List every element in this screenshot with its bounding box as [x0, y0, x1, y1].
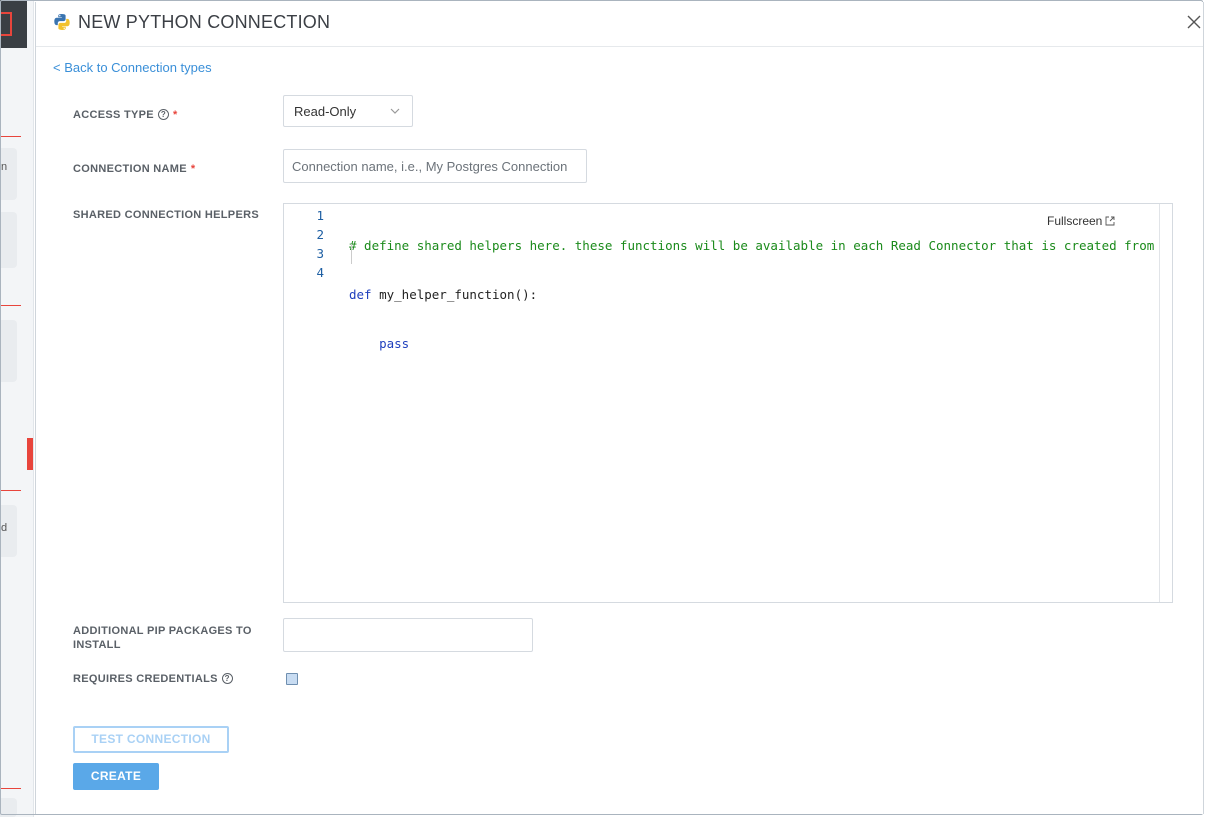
- line-number: 1: [316, 208, 324, 223]
- background-card: [0, 320, 17, 382]
- editor-scrollbar[interactable]: [1159, 204, 1172, 602]
- back-to-connection-types-link[interactable]: < Back to Connection types: [53, 60, 212, 75]
- pip-packages-label: ADDITIONAL PIP PACKAGES TO INSTALL: [73, 625, 252, 651]
- line-number-gutter: 1 2 3 4: [284, 206, 324, 282]
- chevron-down-icon: [390, 108, 400, 114]
- access-type-label: ACCESS TYPE? *: [73, 109, 178, 121]
- indent-guide: [351, 244, 352, 264]
- code-line: def my_helper_function():: [349, 285, 1154, 304]
- fullscreen-button[interactable]: Fullscreen: [1047, 214, 1115, 228]
- background-text: d: [1, 522, 8, 534]
- pip-packages-input[interactable]: [283, 618, 533, 652]
- shared-helpers-label: SHARED CONNECTION HELPERS: [73, 209, 259, 221]
- code-line: # define shared helpers here. these func…: [349, 238, 1155, 253]
- access-type-value: Read-Only: [294, 104, 357, 119]
- background-topbar: [0, 0, 27, 48]
- connection-name-label: CONNECTION NAME *: [73, 163, 196, 175]
- background-divider: [0, 136, 21, 137]
- background-card: [0, 798, 17, 817]
- background-divider: [0, 788, 21, 789]
- line-number: 4: [316, 265, 324, 280]
- external-link-icon: [1105, 216, 1115, 226]
- background-divider: [0, 490, 21, 491]
- collapse-tab[interactable]: [27, 438, 33, 470]
- background-card: [0, 212, 17, 268]
- code-keyword: def: [349, 287, 372, 302]
- connection-name-input[interactable]: [283, 149, 587, 183]
- close-icon[interactable]: [1185, 13, 1203, 31]
- background-logo: [0, 12, 12, 36]
- background-app: n d: [0, 0, 34, 817]
- background-text: n: [1, 161, 8, 173]
- requires-credentials-checkbox[interactable]: [286, 673, 298, 685]
- line-number: 2: [316, 227, 324, 242]
- background-card: [0, 148, 17, 200]
- access-type-select[interactable]: Read-Only: [283, 95, 413, 127]
- requires-credentials-label: REQUIRES CREDENTIALS?: [73, 672, 233, 686]
- test-connection-button[interactable]: TEST CONNECTION: [73, 726, 229, 753]
- code-editor[interactable]: 1 2 3 4 # define shared helpers here. th…: [283, 203, 1173, 603]
- required-asterisk: *: [172, 109, 178, 121]
- create-button[interactable]: CREATE: [73, 763, 159, 790]
- code-line: pass: [349, 336, 410, 351]
- background-divider: [0, 305, 21, 306]
- new-connection-modal: NEW PYTHON CONNECTION < Back to Connecti…: [35, 2, 1204, 814]
- modal-title: NEW PYTHON CONNECTION: [78, 12, 331, 32]
- modal-header: NEW PYTHON CONNECTION: [36, 2, 1203, 47]
- code-text: my_helper_function():: [371, 287, 538, 302]
- line-number: 3: [316, 246, 324, 261]
- python-logo-icon: [54, 14, 70, 30]
- code-content[interactable]: # define shared helpers here. these func…: [349, 206, 1154, 432]
- required-asterisk: *: [190, 163, 196, 175]
- help-circle-icon[interactable]: ?: [157, 109, 169, 120]
- help-circle-icon[interactable]: ?: [221, 673, 233, 684]
